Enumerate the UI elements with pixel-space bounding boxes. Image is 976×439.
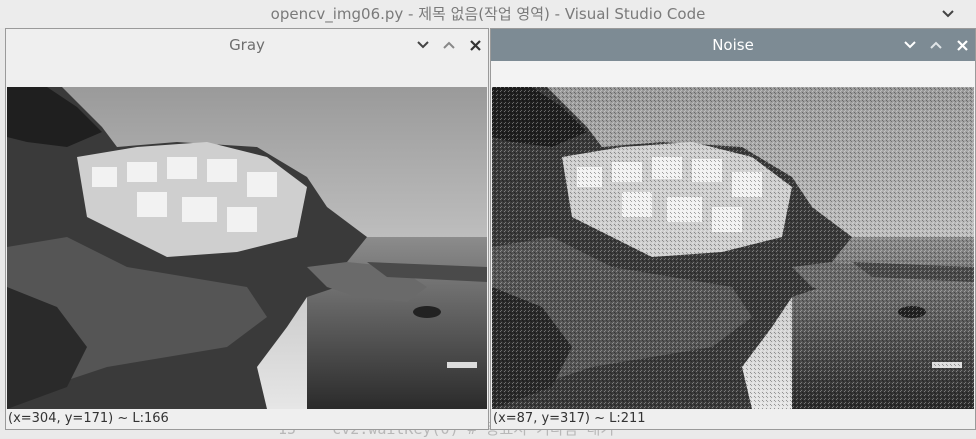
gray-window[interactable]: Gray (x=304, y=171) ~ L:166 <box>5 28 489 430</box>
chevron-down-icon[interactable] <box>942 0 954 28</box>
noise-window-status: (x=87, y=317) ~ L:211 <box>493 411 646 426</box>
noise-window-titlebar[interactable]: Noise <box>491 29 975 61</box>
gray-window-status: (x=304, y=171) ~ L:166 <box>8 411 169 426</box>
gray-window-toolbar <box>6 61 488 87</box>
gray-window-titlebar[interactable]: Gray <box>6 29 488 61</box>
noise-window[interactable]: Noise (x=87, y=317) ~ L:211 <box>490 28 976 430</box>
noise-image[interactable] <box>492 87 974 409</box>
gray-image[interactable] <box>7 87 487 409</box>
vscode-title-bar: opencv_img06.py - 제목 없음(작업 영역) - Visual … <box>0 0 976 28</box>
chevron-down-icon[interactable] <box>903 38 917 52</box>
close-icon[interactable] <box>955 38 969 52</box>
chevron-up-icon[interactable] <box>442 38 456 52</box>
close-icon[interactable] <box>468 38 482 52</box>
chevron-down-icon[interactable] <box>416 38 430 52</box>
vscode-window-title: opencv_img06.py - 제목 없음(작업 영역) - Visual … <box>270 5 706 23</box>
chevron-up-icon[interactable] <box>929 38 943 52</box>
noise-window-toolbar <box>491 61 975 87</box>
